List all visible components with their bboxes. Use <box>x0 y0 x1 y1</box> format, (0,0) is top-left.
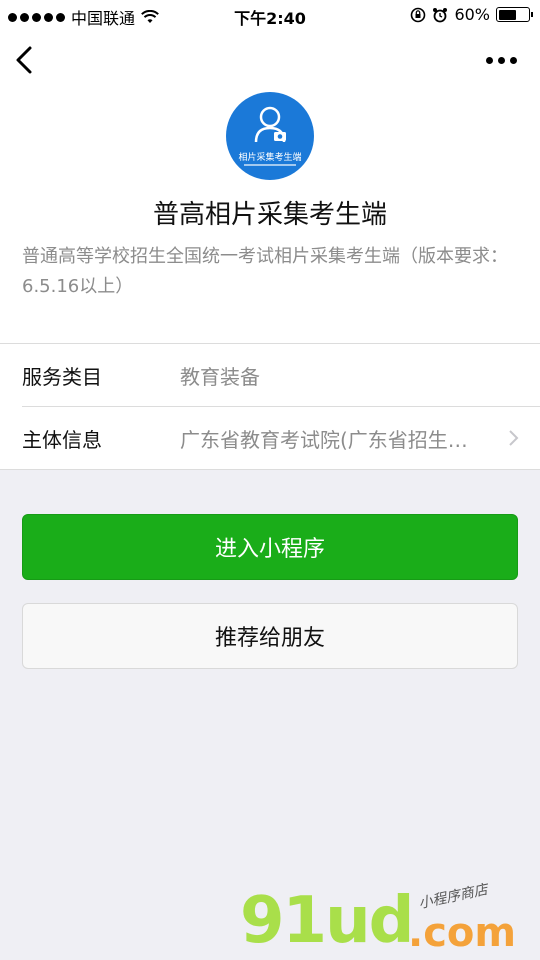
service-category-label: 服务类目 <box>22 365 102 389</box>
battery-fill <box>498 9 516 20</box>
battery-percent: 60% <box>454 5 490 24</box>
alarm-icon <box>433 7 448 22</box>
user-camera-icon <box>254 106 286 143</box>
entity-info-value[interactable]: 广东省教育考试院(广东省招生… <box>180 424 500 453</box>
watermark-logo: 91ud <box>240 884 414 958</box>
divider <box>0 469 540 470</box>
app-title: 普高相片采集考生端 <box>152 200 387 230</box>
more-dots-icon[interactable] <box>486 52 522 68</box>
orientation-lock-icon <box>411 7 426 22</box>
watermark-tagline: 小程序商店 <box>417 881 490 913</box>
app-description: 普通高等学校招生全国统一考试相片采集考生端（版本要求：6.5.16以上） <box>22 246 508 297</box>
entity-info-label: 主体信息 <box>22 428 102 452</box>
logo-underline <box>244 164 296 166</box>
service-category-value: 教育装备 <box>180 365 260 389</box>
chevron-right-icon[interactable] <box>506 428 520 448</box>
watermark: 91ud .com 小程序商店 <box>240 880 530 960</box>
watermark-domain: .com <box>408 910 517 956</box>
enter-mini-program-button[interactable]: 进入小程序 <box>22 514 518 580</box>
divider <box>22 406 540 407</box>
app-logo: 相片采集考生端 <box>226 92 314 180</box>
status-right: 60% <box>410 5 533 24</box>
recommend-to-friend-button[interactable]: 推荐给朋友 <box>22 603 518 669</box>
battery-icon <box>496 7 533 22</box>
chevron-left-icon[interactable] <box>12 42 40 78</box>
status-bar: 中国联通 下午2:40 60% <box>0 0 540 30</box>
logo-text: 相片采集考生端 <box>238 153 302 163</box>
divider <box>0 343 540 344</box>
